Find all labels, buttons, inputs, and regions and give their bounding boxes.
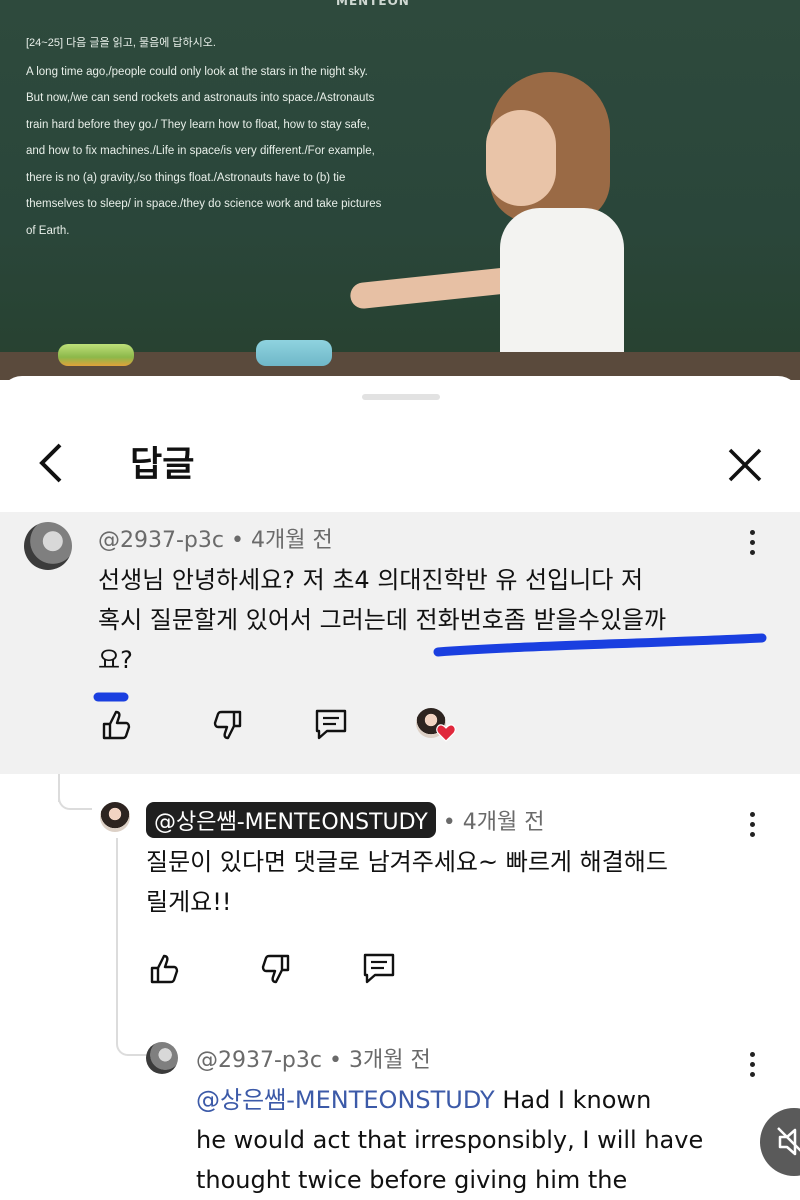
like-icon[interactable] — [96, 706, 134, 744]
blue-highlight-underline — [433, 633, 767, 657]
mute-button[interactable] — [760, 1108, 800, 1176]
comment-line: 릴게요!! — [146, 888, 232, 916]
blackboard-text: [24~25] 다음 글을 읽고, 물음에 답하시오. A long time … — [26, 30, 426, 244]
comment-line: @상은쌤-MENTEONSTUDY Had I known — [196, 1080, 756, 1120]
more-options-button[interactable] — [748, 530, 756, 560]
thread-connector — [58, 776, 92, 810]
board-line: themselves to sleep/ in space./they do s… — [26, 198, 382, 210]
comment-time: 4개월 전 — [250, 528, 333, 553]
board-line: and how to fix machines./Life in space/i… — [26, 145, 375, 157]
replies-sheet: 답글 @2937-p3c • 4개월 전 선생님 안녕하세요? 저 초4 의대진… — [0, 376, 800, 1198]
comment-meta: @2937-p3c • 4개월 전 — [98, 522, 333, 554]
channel-logo: MENTEON — [336, 0, 410, 8]
sheet-title: 답글 — [130, 445, 195, 485]
heart-icon — [436, 724, 456, 742]
back-button[interactable] — [36, 438, 76, 488]
more-options-button[interactable] — [748, 812, 756, 842]
comment-meta: @2937-p3c • 3개월 전 — [196, 1042, 431, 1074]
comment-text: @상은쌤-MENTEONSTUDY Had I known he would a… — [196, 1080, 756, 1200]
like-icon[interactable] — [144, 950, 182, 988]
board-line: there is no (a) gravity,/so things float… — [26, 171, 346, 184]
dislike-icon[interactable] — [210, 706, 248, 744]
avatar[interactable] — [24, 522, 72, 570]
separator-dot: • — [328, 1048, 349, 1073]
creator-handle-badge[interactable]: @상은쌤-MENTEONSTUDY — [146, 802, 436, 838]
teacher-face — [486, 110, 556, 206]
board-header: [24~25] 다음 글을 읽고, 물음에 답하시오. — [26, 37, 216, 49]
comment-author[interactable]: @2937-p3c — [196, 1048, 322, 1073]
comment-time: 3개월 전 — [348, 1048, 431, 1073]
avatar[interactable] — [100, 802, 130, 832]
comment-line: he would act that irresponsibly, I will … — [196, 1126, 704, 1154]
board-line: train hard before they go./ They learn h… — [26, 118, 370, 131]
chevron-left-icon — [39, 443, 62, 483]
parent-comment: @2937-p3c • 4개월 전 선생님 안녕하세요? 저 초4 의대진학반 … — [0, 512, 800, 774]
board-line: But now,/we can send rockets and astrona… — [26, 92, 375, 104]
reply-icon[interactable] — [312, 706, 350, 744]
comment-meta: @상은쌤-MENTEONSTUDY • 4개월 전 — [146, 802, 545, 838]
comment-time: 4개월 전 — [462, 810, 545, 835]
avatar[interactable] — [146, 1042, 178, 1074]
separator-dot: • — [442, 810, 463, 835]
dislike-icon[interactable] — [258, 950, 296, 988]
video-player[interactable]: MENTEON [24~25] 다음 글을 읽고, 물음에 답하시오. A lo… — [0, 0, 800, 380]
blue-eraser — [256, 340, 332, 366]
more-options-button[interactable] — [748, 1052, 756, 1082]
green-eraser — [58, 344, 134, 366]
comment-line: 선생님 안녕하세요? 저 초4 의대진학반 유 선입니다 저 — [98, 566, 644, 594]
mention-link[interactable]: @상은쌤-MENTEONSTUDY — [196, 1086, 495, 1114]
board-line: A long time ago,/people could only look … — [26, 65, 368, 78]
comment-line-rest: Had I known — [494, 1086, 652, 1114]
thread-connector — [116, 1026, 146, 1056]
close-button[interactable] — [720, 440, 770, 490]
comment-line: 질문이 있다면 댓글로 남겨주세요~ 빠르게 해결해드 — [146, 848, 668, 876]
comment-author[interactable]: @2937-p3c — [98, 528, 224, 553]
teacher-arm — [349, 266, 521, 310]
drag-handle[interactable] — [362, 394, 440, 400]
separator-dot: • — [230, 528, 251, 553]
board-line: of Earth. — [26, 224, 70, 237]
thread-line — [116, 838, 118, 1028]
comment-line: thought twice before giving him the — [196, 1166, 628, 1194]
speaker-muted-icon — [777, 1127, 800, 1156]
close-icon — [728, 448, 762, 482]
blue-mark — [93, 692, 129, 702]
reply-icon[interactable] — [360, 950, 398, 988]
comment-text: 선생님 안녕하세요? 저 초4 의대진학반 유 선입니다 저 혹시 질문할게 있… — [98, 560, 758, 680]
comment-text: 질문이 있다면 댓글로 남겨주세요~ 빠르게 해결해드 릴게요!! — [146, 842, 746, 922]
